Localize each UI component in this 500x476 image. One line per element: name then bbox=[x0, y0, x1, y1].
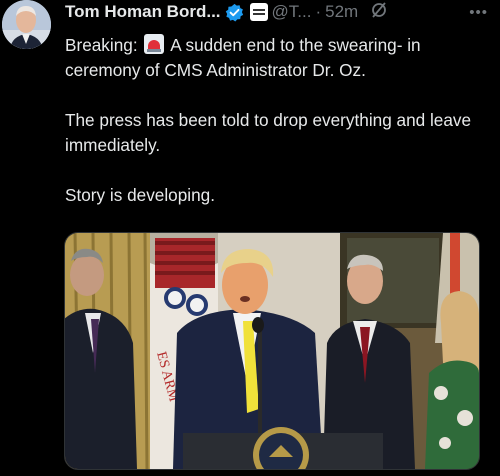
author-handle[interactable]: @T... bbox=[272, 2, 312, 22]
tweet-paragraph-2: The press has been told to drop everythi… bbox=[65, 110, 472, 155]
avatar[interactable] bbox=[2, 0, 51, 49]
tweet-header: Tom Homan Bord... @T... · 52m ••• bbox=[65, 0, 488, 24]
breaking-label: Breaking: bbox=[65, 35, 138, 55]
tweet-paragraph-1: Breaking: A sudden end to the swearing- … bbox=[65, 33, 485, 83]
siren-emoji-icon bbox=[144, 34, 165, 54]
author-name[interactable]: Tom Homan Bord... bbox=[65, 2, 221, 22]
affiliation-badge-icon[interactable] bbox=[249, 3, 268, 21]
press-event-photo: ES ARM bbox=[65, 233, 479, 469]
tweet-paragraph-3: Story is developing. bbox=[65, 185, 215, 205]
grok-icon[interactable] bbox=[370, 1, 388, 24]
tweet-timestamp[interactable]: 52m bbox=[325, 2, 358, 22]
tweet-body: Breaking: A sudden end to the swearing- … bbox=[65, 33, 485, 233]
verified-badge-icon[interactable] bbox=[225, 3, 244, 22]
tweet-media-photo[interactable]: ES ARM bbox=[64, 232, 480, 470]
avatar-image bbox=[2, 0, 51, 49]
separator-dot: · bbox=[315, 2, 322, 21]
more-icon[interactable]: ••• bbox=[469, 4, 488, 21]
